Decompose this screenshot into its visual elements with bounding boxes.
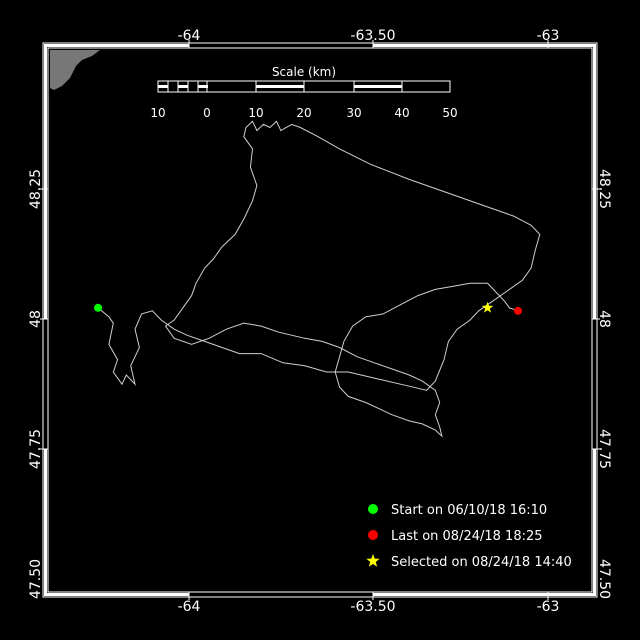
last-marker bbox=[514, 306, 523, 315]
legend-last-dot bbox=[368, 530, 378, 540]
legend-start-label: Start on 06/10/18 16:10 bbox=[391, 503, 547, 518]
bottom-lon-label-3: -63 bbox=[537, 599, 560, 615]
left-lat-label-2: 48 bbox=[28, 310, 44, 328]
scale-label: 50 bbox=[442, 106, 457, 120]
bottom-lon-label-1: -64 bbox=[178, 599, 201, 615]
left-lat-label-3: 47.75 bbox=[28, 429, 44, 469]
legend-start-dot bbox=[368, 504, 378, 514]
scale-label: 30 bbox=[346, 106, 361, 120]
right-lat-label-1: 48.25 bbox=[596, 169, 612, 209]
scale-label: 10 bbox=[248, 106, 263, 120]
scale-label: 40 bbox=[394, 106, 409, 120]
legend: Start on 06/10/18 16:10 Last on 08/24/18… bbox=[366, 503, 572, 570]
map-background bbox=[0, 0, 640, 640]
top-lon-label-2: -63.50 bbox=[350, 28, 395, 44]
legend-selected-label: Selected on 08/24/18 14:40 bbox=[391, 555, 572, 570]
left-lat-label-4: 47.50 bbox=[28, 559, 44, 599]
right-lat-label-4: 47.50 bbox=[596, 559, 612, 599]
scale-label: 20 bbox=[296, 106, 311, 120]
right-lat-label-2: 48 bbox=[596, 310, 612, 328]
top-lon-label-3: -63 bbox=[537, 28, 560, 44]
scale-label: 10 bbox=[150, 106, 165, 120]
right-lat-label-3: 47.75 bbox=[596, 429, 612, 469]
track-map: -64 -63.50 -63 -64 -63.50 -63 48.25 48 4… bbox=[0, 0, 640, 640]
top-lon-label-1: -64 bbox=[178, 28, 201, 44]
scale-label: 0 bbox=[203, 106, 211, 120]
left-lat-label-1: 48.25 bbox=[28, 169, 44, 209]
bottom-lon-label-2: -63.50 bbox=[350, 599, 395, 615]
legend-last-label: Last on 08/24/18 18:25 bbox=[391, 529, 543, 544]
scale-title: Scale (km) bbox=[272, 65, 336, 79]
start-marker bbox=[94, 303, 103, 312]
